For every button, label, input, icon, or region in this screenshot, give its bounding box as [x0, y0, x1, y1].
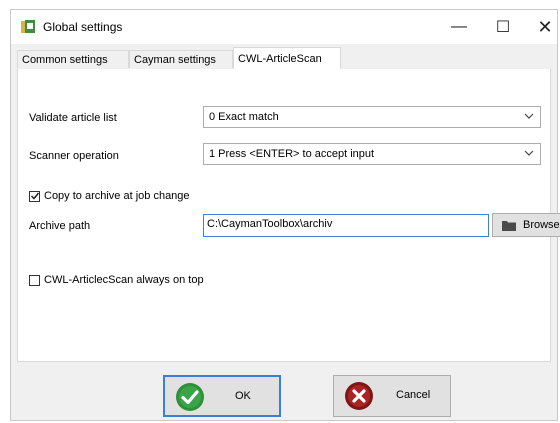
check-icon [176, 383, 204, 411]
ok-button[interactable]: OK [163, 375, 281, 417]
always-on-top-label: CWL-ArticlecScan always on top [44, 274, 204, 286]
scanner-value: 1 Press <ENTER> to accept input [209, 148, 375, 160]
copy-archive-label: Copy to archive at job change [44, 190, 190, 202]
cancel-label: Cancel [396, 389, 431, 401]
cancel-icon [345, 382, 373, 410]
minimize-button[interactable]: — [437, 10, 481, 44]
validate-value: 0 Exact match [209, 111, 279, 123]
tab-common-settings[interactable]: Common settings [17, 50, 129, 68]
ok-label: OK [235, 390, 251, 402]
window-title: Global settings [43, 20, 123, 34]
scanner-select[interactable]: 1 Press <ENTER> to accept input [203, 143, 541, 165]
always-on-top-checkbox[interactable] [29, 275, 40, 286]
settings-window: Global settings — ☐ ✕ Common settings Ca… [10, 9, 560, 421]
tab-cayman-settings[interactable]: Cayman settings [129, 50, 233, 68]
archive-path-input[interactable] [207, 218, 477, 230]
title-bar: Global settings — ☐ ✕ [11, 10, 557, 44]
chevron-down-icon [524, 113, 534, 119]
validate-select[interactable]: 0 Exact match [203, 106, 541, 128]
tab-panel: Validate article list 0 Exact match Scan… [17, 69, 560, 362]
validate-label: Validate article list [29, 112, 117, 124]
app-icon [21, 20, 35, 33]
check-mark-icon [30, 192, 40, 200]
archive-path-label: Archive path [29, 220, 91, 232]
browse-button[interactable]: Browse [492, 213, 560, 237]
scanner-label: Scanner operation [29, 150, 119, 162]
chevron-down-icon [524, 150, 534, 156]
tab-bar: Common settings Cayman settings CWL-Arti… [17, 47, 551, 70]
browse-label: Browse [523, 219, 560, 231]
archive-path-field[interactable] [203, 214, 489, 237]
close-button[interactable]: ✕ [523, 10, 560, 44]
maximize-button[interactable]: ☐ [481, 10, 525, 44]
folder-icon [502, 221, 516, 231]
cancel-button[interactable]: Cancel [333, 375, 451, 417]
copy-archive-checkbox[interactable] [29, 191, 40, 202]
tab-cwl-articlescan[interactable]: CWL-ArticleScan [233, 47, 341, 70]
